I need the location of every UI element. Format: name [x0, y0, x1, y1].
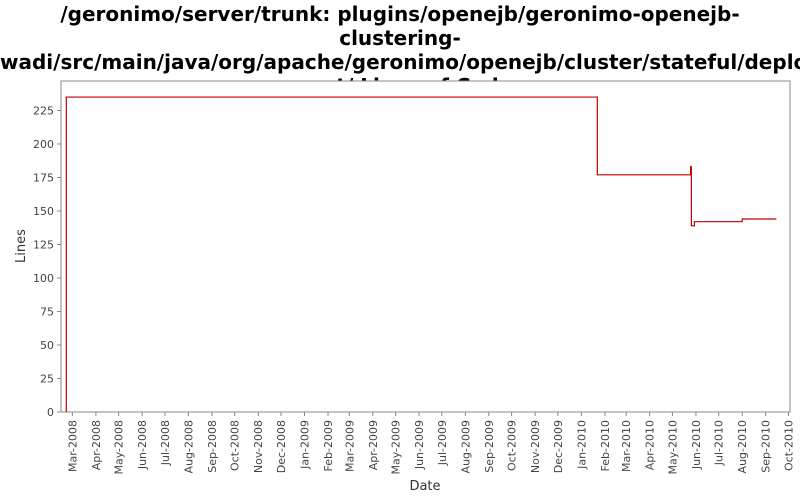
x-tick-label: Sep-2010 [760, 420, 773, 473]
y-tick-label: 225 [33, 104, 54, 117]
x-tick-label: Jul-2009 [436, 420, 449, 466]
x-tick-label: Oct-2009 [506, 420, 519, 471]
x-tick-label: Sep-2009 [483, 420, 496, 473]
y-tick-label: 125 [33, 238, 54, 251]
plot-area [60, 80, 791, 413]
y-tick-label: 200 [33, 138, 54, 151]
x-tick-label: May-2009 [390, 420, 403, 475]
y-axis-ticks: 0 25 50 75 100 125 150 175 200 225 [33, 104, 61, 419]
x-tick-label: Apr-2010 [644, 420, 657, 470]
x-tick-label: Dec-2008 [275, 420, 288, 473]
x-tick-label: Oct-2008 [229, 420, 242, 471]
x-tick-label: May-2008 [113, 420, 126, 475]
x-tick-label: Mar-2010 [620, 420, 633, 472]
x-tick-label: Nov-2009 [529, 420, 542, 473]
x-tick-label: Jul-2010 [713, 420, 726, 466]
y-axis-label: Lines [14, 229, 29, 263]
x-tick-label: Feb-2009 [322, 420, 335, 471]
x-tick-label: Oct-2010 [782, 420, 795, 471]
x-tick-label: Aug-2009 [459, 420, 472, 473]
x-tick-label: Jun-2009 [413, 420, 426, 470]
x-tick-label: Mar-2008 [66, 420, 79, 472]
y-tick-label: 0 [47, 406, 54, 419]
y-tick-label: 150 [33, 205, 54, 218]
x-tick-label: Nov-2008 [252, 420, 265, 473]
x-tick-label: Jan-2010 [575, 420, 588, 470]
y-tick-label: 175 [33, 171, 54, 184]
x-tick-label: Jan-2009 [299, 420, 312, 470]
y-tick-label: 50 [40, 339, 54, 352]
x-axis-label: Date [409, 479, 440, 494]
x-axis-ticks: Mar-2008 Apr-2008 May-2008 Jun-2008 Jul-2008… [66, 412, 795, 475]
x-tick-label: Aug-2008 [182, 420, 195, 473]
x-tick-label: Jun-2008 [136, 420, 149, 470]
x-tick-label: Feb-2010 [599, 420, 612, 471]
x-tick-label: Apr-2009 [367, 420, 380, 470]
x-tick-label: Aug-2010 [736, 420, 749, 473]
x-tick-label: Sep-2008 [206, 420, 219, 473]
y-tick-label: 25 [40, 372, 54, 385]
y-tick-label: 100 [33, 272, 54, 285]
x-tick-label: Dec-2009 [552, 420, 565, 473]
x-tick-label: May-2010 [666, 420, 679, 475]
x-tick-label: Jun-2010 [690, 420, 703, 470]
chart-svg: 0 25 50 75 100 125 150 175 200 225 Mar-2008 Apr-20… [14, 80, 795, 494]
x-tick-label: Apr-2008 [90, 420, 103, 470]
x-tick-label: Mar-2009 [343, 420, 356, 472]
x-tick-label: Jul-2008 [159, 420, 172, 466]
y-tick-label: 75 [40, 305, 54, 318]
